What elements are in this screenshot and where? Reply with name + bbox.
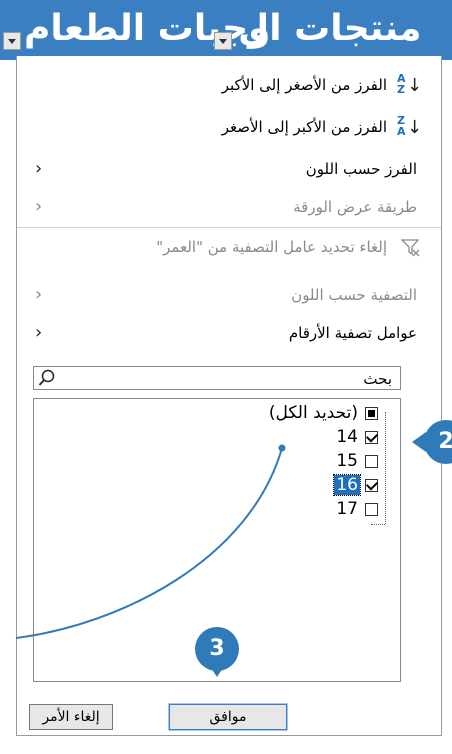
- column-header-products: منتجات ال: [238, 8, 422, 49]
- filter-dropdown-button[interactable]: [3, 32, 21, 50]
- menu-sheet-view[interactable]: طريقة عرض الورقة ‹: [17, 190, 441, 226]
- menu-number-filters[interactable]: عوامل تصفية الأرقام ‹: [17, 316, 441, 352]
- menu-label: الفرز من الأصغر إلى الأكبر: [221, 76, 387, 94]
- menu-label: الفرز من الأكبر إلى الأصغر: [221, 118, 387, 136]
- list-item[interactable]: 16: [306, 474, 386, 496]
- list-item[interactable]: 14: [306, 427, 386, 447]
- column-header-meals: وجبات الطعام: [24, 8, 271, 49]
- step-badge-3: 3: [195, 627, 239, 677]
- list-item-label: (تحديد الكل): [268, 403, 358, 423]
- menu-sort-ascending[interactable]: A Z ↓ الفرز من الأصغر إلى الأكبر: [17, 68, 441, 104]
- column-header-bar: وجبات الطعام منتجات ال: [0, 0, 452, 60]
- menu-sort-descending[interactable]: Z A ↓ الفرز من الأكبر إلى الأصغر: [17, 110, 441, 146]
- tree-connector: [371, 524, 385, 525]
- list-item[interactable]: 15: [306, 451, 386, 471]
- chevron-left-icon: ‹: [35, 158, 43, 179]
- list-item[interactable]: 17: [306, 499, 386, 519]
- checkbox[interactable]: [365, 455, 378, 468]
- cancel-button[interactable]: إلغاء الأمر: [29, 704, 113, 730]
- menu-label: إلغاء تحديد عامل التصفية من "العمر": [156, 238, 387, 256]
- menu-clear-filter[interactable]: إلغاء تحديد عامل التصفية من "العمر": [17, 230, 441, 266]
- search-input[interactable]: [90, 369, 394, 389]
- list-item-select-all[interactable]: (تحديد الكل): [186, 403, 386, 423]
- checkbox[interactable]: [365, 479, 378, 492]
- sort-a-to-z-icon: A Z ↓: [397, 72, 423, 96]
- filter-dropdown-button-2[interactable]: [214, 32, 232, 50]
- menu-filter-by-color[interactable]: التصفية حسب اللون ‹: [17, 278, 441, 314]
- sort-z-to-a-icon: Z A ↓: [397, 114, 423, 138]
- menu-label: عوامل تصفية الأرقام: [288, 324, 417, 342]
- search-icon: [38, 369, 56, 387]
- list-item-label: 15: [336, 451, 358, 471]
- menu-sort-by-color[interactable]: الفرز حسب اللون ‹: [17, 152, 441, 188]
- checkbox[interactable]: [365, 431, 378, 444]
- chevron-left-icon: ‹: [35, 322, 43, 343]
- search-box: [33, 366, 401, 390]
- checkbox[interactable]: [365, 407, 378, 420]
- list-item-label: 17: [336, 499, 358, 519]
- list-item-label: 16: [333, 474, 361, 496]
- menu-label: الفرز حسب اللون: [305, 160, 417, 178]
- menu-label: التصفية حسب اللون: [291, 286, 417, 304]
- chevron-left-icon: ‹: [35, 284, 43, 305]
- menu-divider: [17, 227, 441, 228]
- chevron-left-icon: ‹: [35, 196, 43, 217]
- clear-filter-icon: [400, 239, 421, 257]
- ok-button[interactable]: موافق: [168, 703, 288, 731]
- list-item-label: 14: [336, 427, 358, 447]
- menu-label: طريقة عرض الورقة: [293, 198, 417, 216]
- checkbox[interactable]: [365, 503, 378, 516]
